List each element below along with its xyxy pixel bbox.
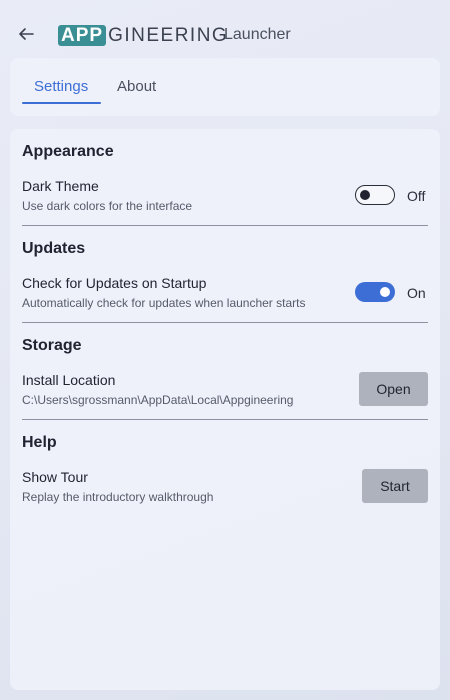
divider [22, 322, 428, 323]
back-button[interactable] [14, 22, 38, 46]
arrow-left-icon [19, 28, 34, 40]
start-tour-button[interactable]: Start [362, 469, 428, 503]
tab-settings[interactable]: Settings [34, 78, 88, 104]
open-location-button[interactable]: Open [359, 372, 428, 406]
toggle-knob [380, 287, 390, 297]
show-tour-title: Show Tour [22, 469, 88, 485]
dark-theme-toggle[interactable] [355, 185, 395, 205]
check-updates-title: Check for Updates on Startup [22, 275, 207, 291]
tab-about[interactable]: About [117, 78, 156, 104]
app-header: APP GINEERING Launcher [0, 0, 450, 58]
install-location-title: Install Location [22, 372, 116, 388]
section-title-storage: Storage [22, 337, 82, 354]
app-subtitle: Launcher [224, 26, 291, 43]
app-logo: APP GINEERING [58, 24, 228, 46]
settings-panel: Appearance Dark Theme Use dark colors fo… [10, 129, 440, 690]
check-updates-description: Automatically check for updates when lau… [22, 296, 306, 310]
logo-text: GINEERING [108, 24, 229, 46]
section-title-updates: Updates [22, 240, 86, 257]
dark-theme-title: Dark Theme [22, 178, 99, 194]
divider [22, 225, 428, 226]
check-updates-toggle[interactable] [355, 282, 395, 302]
toggle-knob [360, 190, 370, 200]
section-title-help: Help [22, 434, 57, 451]
tab-bar: Settings About [10, 58, 440, 116]
dark-theme-description: Use dark colors for the interface [22, 199, 193, 213]
logo-highlight: APP [58, 24, 107, 46]
install-location-path: C:\Users\sgrossmann\AppData\Local\Appgin… [22, 393, 294, 407]
divider [22, 419, 428, 420]
section-title-appearance: Appearance [22, 143, 114, 160]
active-tab-indicator [22, 102, 101, 104]
check-updates-state: On [407, 285, 426, 301]
show-tour-description: Replay the introductory walkthrough [22, 490, 214, 504]
dark-theme-state: Off [407, 188, 426, 204]
